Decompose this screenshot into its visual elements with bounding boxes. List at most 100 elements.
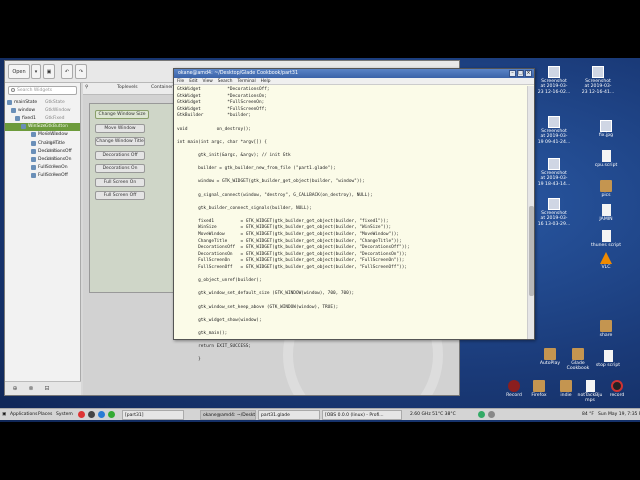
desktop-icon-label: 19 09-41-24... (537, 139, 571, 145)
network-icon[interactable] (478, 411, 485, 418)
code-line: builder = gtk_builder_new_from_file ("pa… (177, 166, 336, 172)
menu-applications[interactable]: Applications (10, 411, 38, 419)
tree-row[interactable]: window GtkWindow (5, 106, 80, 114)
tree-row[interactable]: DecorationsOn GtkBu... (5, 155, 80, 163)
design-button[interactable]: Full Screen On (95, 177, 145, 187)
remove-icon[interactable]: ⊗ (27, 385, 35, 393)
minimize-icon[interactable]: – (509, 70, 516, 77)
desktop-icon[interactable]: Screenshot at 2019-03- 19 18-43-14... (532, 158, 576, 187)
desktop-icon[interactable]: cpu.script (584, 150, 628, 168)
distro-icon[interactable]: ▣ (2, 411, 6, 419)
code-line: DecorationsOff = GTK_WIDGET(gtk_builder_… (177, 245, 410, 251)
search-placeholder: Search Widgets (17, 88, 53, 93)
terminal-menu-item[interactable]: Help (261, 79, 271, 84)
tree-row-class: GtkFixed (45, 115, 65, 121)
desktop-icon[interactable]: Screenshot at 2019-03- 19 09-41-24... (532, 116, 576, 145)
desktop-icon-label: share (599, 333, 613, 338)
design-button[interactable]: Full Screen Off (95, 191, 145, 200)
tab-toplevels[interactable]: Toplevels (117, 85, 138, 90)
code-line: g_signal_connect(window, "destroy", G_CA… (177, 192, 373, 198)
code-line: int main(int argc, char *argv[]) { (177, 139, 267, 145)
desktop-icon[interactable]: record (595, 380, 639, 398)
app-launcher-icon[interactable] (108, 411, 115, 418)
tree-row[interactable]: mainState GtkState (5, 98, 80, 106)
taskbar-task[interactable]: [part31] (122, 410, 184, 420)
terminal-output[interactable]: GtkWidget *DecorationsOff; GtkWidget *Dec… (175, 86, 527, 362)
img-file-icon (548, 116, 560, 128)
terminal-menu-item[interactable]: View (203, 79, 213, 84)
widget-tree-pane: Search Widgets mainState GtkState window Gt… (5, 83, 81, 395)
search-widgets-input[interactable]: Search Widgets (8, 86, 77, 95)
desktop-icon[interactable]: share (584, 320, 628, 338)
tree-row[interactable]: ChangeTitle GtkBu... (5, 139, 80, 147)
terminal-launcher-icon[interactable] (88, 411, 95, 418)
widget-icon (31, 173, 36, 179)
design-button[interactable]: Change Window Title (95, 137, 145, 146)
tree-row[interactable]: FullScreenOff GtkBu... (5, 172, 80, 180)
open-button[interactable]: Open (8, 64, 30, 79)
desktop-icon-label: thunes script (590, 243, 622, 248)
design-button[interactable]: Decorations Off (95, 150, 145, 160)
terminal-menu-item[interactable]: Edit (189, 79, 197, 84)
close-icon[interactable]: × (525, 70, 532, 77)
menu-system[interactable]: System (56, 411, 73, 419)
redo-icon[interactable]: ↷ (75, 64, 87, 79)
desktop-icon[interactable]: JAMIN (584, 204, 628, 222)
desktop-icon[interactable]: Screenshot at 2019-03- 23 12-16-02... (532, 66, 576, 95)
design-canvas-fixed1[interactable]: Change Window Size Move Window Change Wind… (89, 103, 175, 293)
desktop-icon[interactable]: Screenshot at 2019-03- 23 12-16-41... (576, 66, 620, 95)
undo-icon[interactable]: ↶ (61, 64, 73, 79)
taskbar-task[interactable]: [OBS 0.0.0 (linux) - Profi... (322, 410, 402, 420)
desktop-icon[interactable]: VLC (584, 252, 628, 270)
terminal-menu-item[interactable]: File (177, 79, 184, 84)
menu-places[interactable]: Places (38, 411, 52, 419)
design-button[interactable]: Change Window Size (95, 110, 149, 119)
design-button[interactable]: Move Window (95, 123, 145, 133)
code-line: g_object_unref(builder); (177, 278, 262, 284)
terminal-title-bar[interactable]: okane@amd4: ~/Desktop/Glade Cookbook/par… (174, 69, 534, 78)
desktop-icon[interactable]: Screenshot at 2019-03- 16 13-03-29... (532, 198, 576, 227)
terminal-menu-item[interactable]: Search (218, 79, 233, 84)
desktop-icon[interactable]: stop script (586, 350, 630, 368)
taskbar-task[interactable]: okane@amd4: ~/Deskt... (200, 410, 256, 420)
code-line: void on_destroy(); (177, 126, 252, 132)
design-button[interactable]: Decorations On (95, 164, 145, 173)
collapse-icon[interactable]: ⊟ (43, 385, 51, 393)
save-icon[interactable]: ▣ (43, 64, 55, 79)
desktop-icon[interactable]: pics (584, 180, 628, 198)
clock[interactable]: Sun May 19, 7:35 PM (598, 411, 640, 419)
tree-row-class: GtkBu... (45, 148, 64, 154)
taskbar-task[interactable]: part31.glade (258, 410, 320, 420)
tree-row[interactable]: MoveWindow GtkBu... (5, 131, 80, 139)
desktop-icon[interactable]: thunes script (584, 230, 628, 248)
temperature: 84 °F (582, 412, 594, 417)
open-dropdown-icon[interactable]: ▾ (31, 64, 41, 79)
folder-file-icon (600, 180, 612, 192)
widget-icon (11, 107, 16, 113)
tree-row[interactable]: FullScreenOn GtkBu... (5, 164, 80, 172)
tab-containers[interactable]: Containers (151, 85, 175, 90)
code-line: window = GTK_WIDGET(gtk_builder_get_obje… (177, 179, 365, 185)
code-line: gtk_main(); (177, 330, 228, 336)
firefox-launcher-icon[interactable] (78, 411, 85, 418)
desktop-icon[interactable]: fix.jpg (584, 120, 628, 138)
maximize-icon[interactable]: □ (517, 70, 524, 77)
tree-row[interactable]: DecorationsOff GtkBu... (5, 147, 80, 155)
add-icon[interactable]: ⊕ (11, 385, 19, 393)
terminal-menu-item[interactable]: Terminal (238, 79, 256, 84)
desktop: Open ▾ ▣ ↶ ↷ Search Widgets mainState Gtk… (0, 58, 640, 422)
widget-icon (31, 132, 36, 138)
desktop-icon-label: fix.jpg (598, 133, 614, 138)
help-launcher-icon[interactable] (98, 411, 105, 418)
widget-icon (15, 115, 20, 121)
tree-row[interactable]: fixed1 GtkFixed (5, 114, 80, 122)
palette-search-icon[interactable]: ⚲ (85, 85, 88, 90)
volume-icon[interactable] (488, 411, 495, 418)
terminal-menu-bar: File Edit View Search Terminal Help (174, 78, 534, 85)
cpu-status: 2.60 GHz 51°C 38°C (410, 412, 456, 417)
tree-row[interactable]: WinSize GtkButton (5, 122, 80, 131)
